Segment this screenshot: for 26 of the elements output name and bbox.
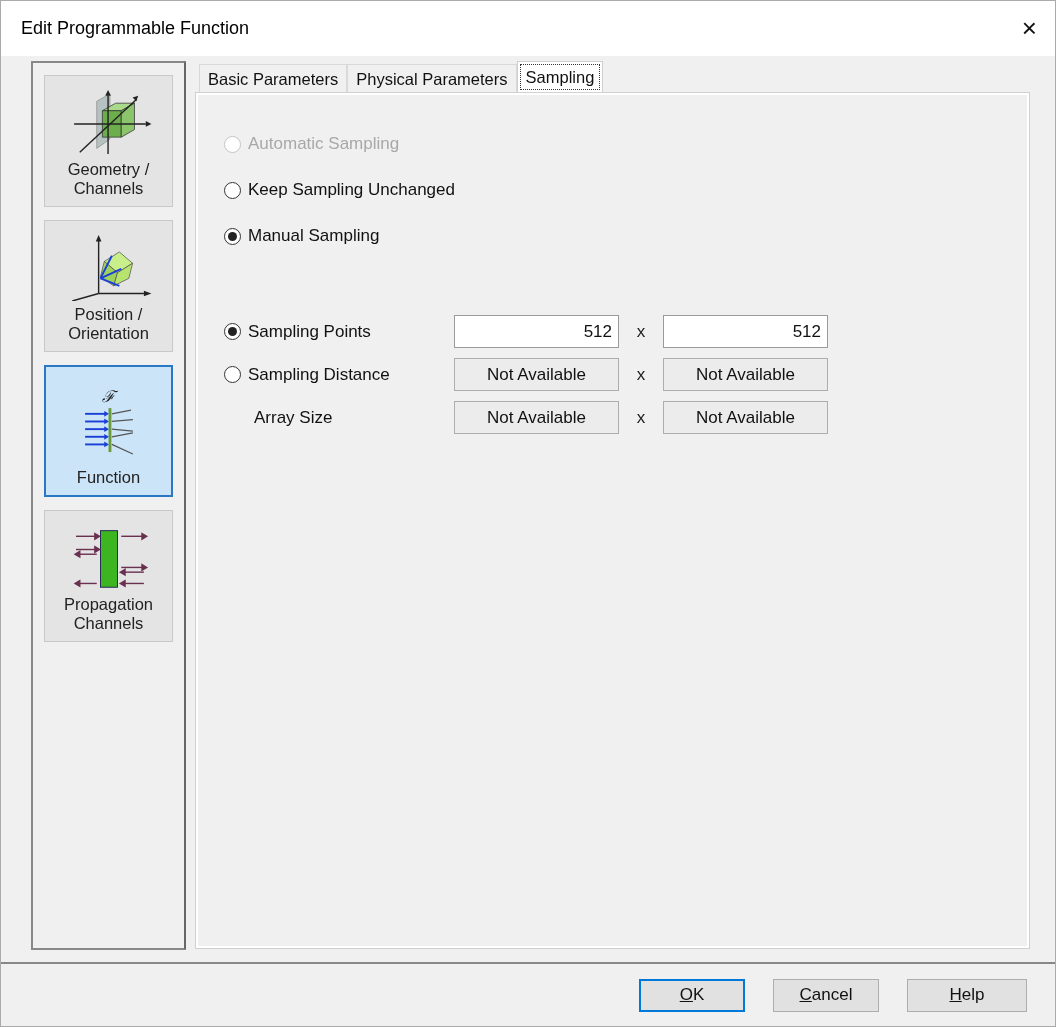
radio-option[interactable]: Sampling Points xyxy=(224,318,371,345)
readonly-field: Not Available xyxy=(663,401,828,434)
readonly-field: Not Available xyxy=(454,358,619,391)
sidebar-item[interactable]: ℱ Function xyxy=(44,365,173,497)
times-sign: x xyxy=(635,407,647,428)
sidebar-item[interactable]: Geometry / Channels xyxy=(44,75,173,207)
radio-option[interactable]: Manual Sampling xyxy=(224,223,380,249)
dialog-button[interactable]: OK xyxy=(639,978,745,1012)
radio-option[interactable]: Keep Sampling Unchanged xyxy=(224,177,455,203)
window-title: Edit Programmable Function xyxy=(21,18,250,39)
times-sign: x xyxy=(635,321,647,342)
input-field[interactable]: 512 xyxy=(663,315,828,348)
times-sign: x xyxy=(635,364,647,385)
field-label: Array Size xyxy=(253,407,334,428)
tab[interactable]: Physical Parameters xyxy=(347,64,517,93)
close-button[interactable]: × xyxy=(1015,13,1043,44)
input-field[interactable]: 512 xyxy=(454,315,619,348)
tab[interactable]: Basic Parameters xyxy=(199,64,348,93)
readonly-field: Not Available xyxy=(663,358,828,391)
tab[interactable]: Sampling xyxy=(516,61,604,93)
dialog-button[interactable]: Help xyxy=(907,978,1027,1012)
radio-option[interactable]: Sampling Distance xyxy=(224,361,390,388)
readonly-field: Not Available xyxy=(454,401,619,434)
dialog-button[interactable]: Cancel xyxy=(773,978,879,1012)
sidebar-item[interactable]: Propagation Channels xyxy=(44,510,173,642)
sidebar-item[interactable]: Position / Orientation xyxy=(44,220,173,352)
